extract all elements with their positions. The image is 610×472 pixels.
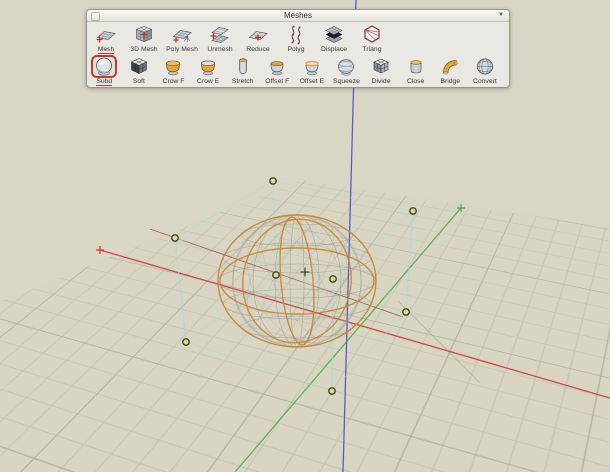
selection-cage [173, 180, 415, 392]
close-button[interactable] [91, 12, 100, 21]
tool-label: Offset F [265, 78, 290, 85]
tool-cursor-crosshair [300, 267, 310, 277]
tool-crow-f[interactable]: Crow F [156, 55, 191, 85]
tool-divide[interactable]: Divide [364, 55, 399, 85]
control-point-handle[interactable] [328, 387, 336, 395]
tool-soft[interactable]: Soft [122, 55, 157, 85]
tool-squeeze[interactable]: Squeeze [329, 55, 364, 85]
sphere-grid-icon [474, 56, 496, 78]
tool-label: Squeeze [333, 78, 360, 85]
triangulate-icon [361, 24, 383, 46]
tool-offset-e[interactable]: Offset E [295, 55, 330, 85]
sphere-icon [93, 56, 115, 78]
tool-stretch[interactable]: Stretch [225, 55, 260, 85]
tool-subd[interactable]: Subd [87, 55, 122, 86]
tool-row-2: Subd Soft Crow F Crow E Stretch Offset F… [87, 55, 509, 87]
control-point-handle[interactable] [329, 275, 337, 283]
tool-label: Crow F [162, 78, 185, 85]
collapse-triangle-icon[interactable]: ▼ [498, 10, 504, 21]
barrel-edge-icon [197, 56, 219, 78]
tool-offset-f[interactable]: Offset F [260, 55, 295, 85]
unmesh-icon [209, 24, 231, 46]
reduce-icon [247, 24, 269, 46]
polyline-icon [285, 24, 307, 46]
tool-label: Stretch [231, 78, 254, 85]
tool-label: Crow E [196, 78, 220, 85]
tool-label: Close [406, 78, 425, 85]
tool-label: Subd [96, 78, 113, 86]
tool-convert[interactable]: Convert [468, 55, 503, 85]
control-point-handle[interactable] [171, 234, 179, 242]
tool-label: Polyg [287, 46, 305, 53]
tool-poly-mesh[interactable]: Poly Mesh [163, 23, 201, 53]
tool-close[interactable]: Close [398, 55, 433, 85]
tool-label: Unmesh [207, 46, 233, 53]
capsule-icon [232, 56, 254, 78]
tool-3d-mesh[interactable]: 3D Mesh [125, 23, 163, 53]
red-axis-end-cross [96, 246, 104, 254]
cube-divided-icon [370, 56, 392, 78]
meshes-palette: Meshes ▼ Mesh 3D Mesh Poly Mesh Unmesh R… [86, 9, 510, 88]
cube-icon [128, 56, 150, 78]
palette-titlebar[interactable]: Meshes ▼ [87, 10, 509, 22]
cylinder-icon [405, 56, 427, 78]
barrel-face-icon [162, 56, 184, 78]
tool-label: Triang [362, 46, 382, 53]
tool-label: Divide [371, 78, 391, 85]
tool-unmesh[interactable]: Unmesh [201, 23, 239, 53]
tool-crow-e[interactable]: Crow E [191, 55, 226, 85]
green-axis-faint-segment [397, 300, 481, 384]
tool-label: Offset E [299, 78, 325, 85]
sphere-band-icon [335, 56, 357, 78]
elbow-icon [439, 56, 461, 78]
tool-row-1: Mesh 3D Mesh Poly Mesh Unmesh Reduce Pol… [87, 22, 509, 55]
tool-label: Mesh [97, 46, 115, 54]
tool-label: Poly Mesh [166, 46, 198, 53]
tool-label: Bridge [440, 78, 461, 85]
tool-polyg[interactable]: Polyg [277, 23, 315, 53]
control-point-handle[interactable] [409, 207, 417, 215]
pot-top-icon [266, 56, 288, 78]
tool-label: Soft [132, 78, 145, 85]
displace-icon [323, 24, 345, 46]
tool-bridge[interactable]: Bridge [433, 55, 468, 85]
tool-label: Convert [472, 78, 497, 85]
control-points [171, 177, 417, 395]
cage-vertical-edges [174, 180, 414, 392]
poly-mesh-icon [171, 24, 193, 46]
control-point-handle[interactable] [272, 271, 280, 279]
control-point-handle[interactable] [182, 338, 190, 346]
tool-label: Displace [320, 46, 348, 53]
control-point-handle[interactable] [269, 177, 277, 185]
palette-title: Meshes [283, 11, 312, 20]
red-axis [99, 249, 610, 399]
mesh-cube-icon [133, 24, 155, 46]
control-point-handle[interactable] [402, 308, 410, 316]
tool-reduce[interactable]: Reduce [239, 23, 277, 53]
tool-triang[interactable]: Triang [353, 23, 391, 53]
tool-label: Reduce [246, 46, 270, 53]
tool-label: 3D Mesh [130, 46, 158, 53]
cage-faces [173, 180, 415, 392]
tool-mesh[interactable]: Mesh [87, 23, 125, 54]
tool-displace[interactable]: Displace [315, 23, 353, 53]
pot-rim-icon [301, 56, 323, 78]
mesh-plane-icon [95, 24, 117, 46]
